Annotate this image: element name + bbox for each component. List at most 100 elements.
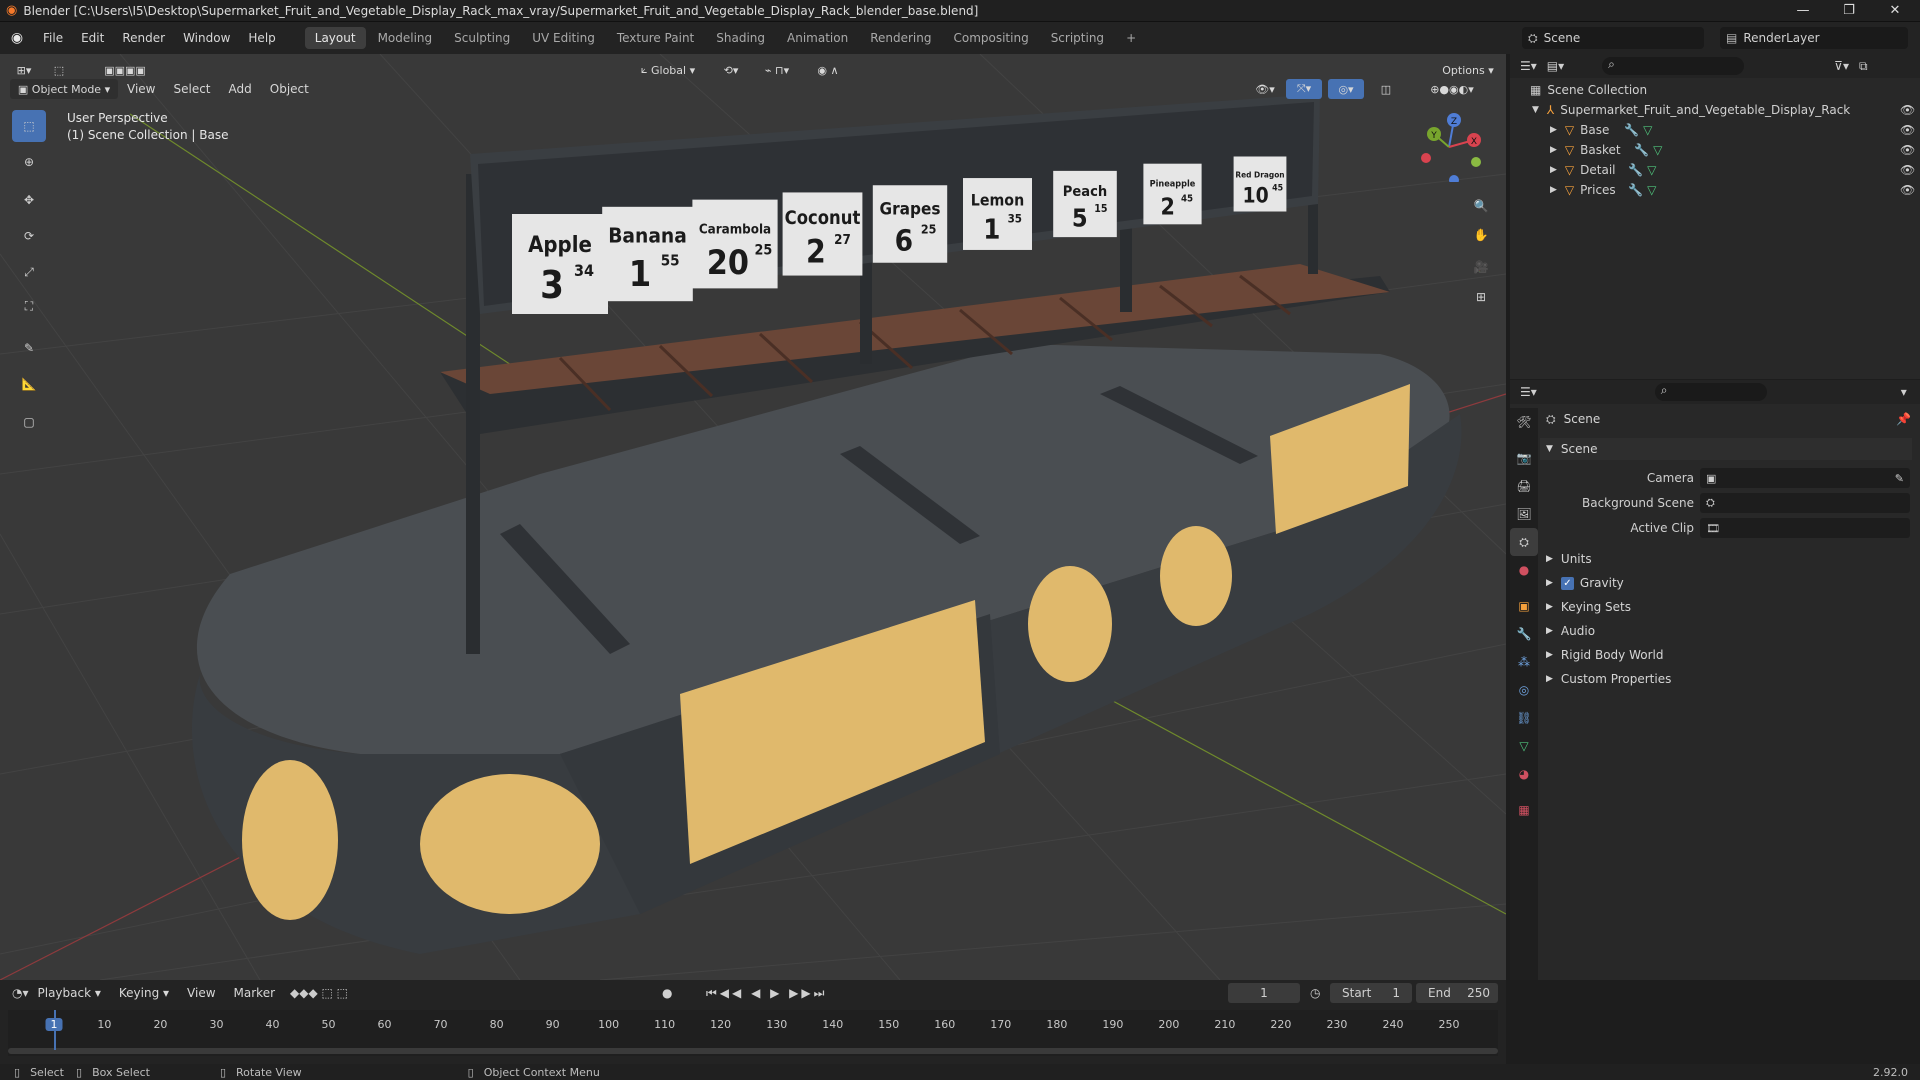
gravity-panel[interactable]: ▶ ✓ Gravity <box>1540 572 1920 594</box>
data-tab-icon[interactable]: ▽ <box>1510 732 1538 760</box>
new-collection-icon[interactable]: ⧉ <box>1859 59 1868 74</box>
pin-icon[interactable]: 📌 <box>1896 412 1911 426</box>
visibility-eye-icon[interactable]: 👁 <box>1900 163 1915 177</box>
gizmo-toggle-icon[interactable]: ⤧▾ <box>1286 79 1322 99</box>
current-frame-field[interactable]: 1 <box>1228 983 1300 1003</box>
outliner-search-field[interactable]: ⌕ <box>1602 57 1745 75</box>
scale-tool-icon[interactable]: ⤢ <box>12 256 46 288</box>
zoom-icon[interactable]: 🔍 <box>1468 193 1494 219</box>
expand-arrow-icon[interactable]: ▼ <box>1532 105 1539 115</box>
outliner-collection-row[interactable]: ▼ ⅄ Supermarket_Fruit_and_Vegetable_Disp… <box>1510 100 1920 120</box>
visibility-icon[interactable]: 👁▾ <box>1250 79 1280 99</box>
scene-tab-icon[interactable]: ⛭ <box>1510 528 1538 556</box>
rigid-body-world-panel[interactable]: ▶ Rigid Body World <box>1540 644 1920 666</box>
tab-scripting[interactable]: Scripting <box>1041 27 1114 49</box>
menu-file[interactable]: File <box>34 22 72 54</box>
shading-modes[interactable]: ⊕●◉◐▾ <box>1404 79 1500 99</box>
outliner-item-prices[interactable]: ▶ ▽ Prices 🔧 ▽ 👁 <box>1510 180 1920 200</box>
visibility-eye-icon[interactable]: 👁 <box>1900 123 1915 137</box>
outliner-item-basket[interactable]: ▶ ▽ Basket 🔧 ▽ 👁 <box>1510 140 1920 160</box>
audio-panel[interactable]: ▶ Audio <box>1540 620 1920 642</box>
tab-rendering[interactable]: Rendering <box>860 27 941 49</box>
pivot-icon[interactable]: ⟲▾ <box>716 60 746 80</box>
expand-arrow-icon[interactable]: ▶ <box>1550 125 1557 135</box>
playback-menu[interactable]: Playback ▾ <box>29 980 110 1006</box>
timeline-scrollbar[interactable] <box>8 1048 1498 1054</box>
options-dropdown[interactable]: Options ▾ <box>1436 60 1500 80</box>
menu-edit[interactable]: Edit <box>72 22 113 54</box>
marker-menu[interactable]: Marker <box>225 980 284 1006</box>
display-mode-icon[interactable]: ▤▾ <box>1547 59 1564 73</box>
proportional-icon[interactable]: ◉ ∧ <box>808 60 848 80</box>
tab-layout[interactable]: Layout <box>304 27 366 49</box>
filter-icon[interactable]: ⊽▾ <box>1834 59 1849 73</box>
modifiers-tab-icon[interactable]: 🔧 <box>1510 620 1538 648</box>
playback-controls-icons[interactable]: ⏮◀◀ ◀ ▶ ▶▶⏭ <box>706 986 827 1001</box>
world-tab-icon[interactable]: ● <box>1510 556 1538 584</box>
expand-arrow-icon[interactable]: ▶ <box>1550 165 1557 175</box>
tab-shading[interactable]: Shading <box>706 27 775 49</box>
visibility-eye-icon[interactable]: 👁 <box>1900 143 1915 157</box>
background-scene-field[interactable]: ⛭ <box>1700 493 1910 513</box>
object-mode-dropdown[interactable]: ▣ Object Mode ▾ <box>10 79 118 99</box>
custom-properties-panel[interactable]: ▶ Custom Properties <box>1540 668 1920 690</box>
start-frame-field[interactable]: Start 1 <box>1330 983 1412 1003</box>
xray-icon[interactable]: ◫ <box>1376 79 1396 99</box>
menu-window[interactable]: Window <box>174 22 239 54</box>
scene-selector[interactable]: ⛭ Scene <box>1522 27 1704 49</box>
record-button-icon[interactable]: ● <box>662 986 672 1000</box>
keying-menu[interactable]: Keying ▾ <box>110 980 178 1006</box>
selection-mode-icons[interactable]: ▣▣▣▣ <box>80 60 170 80</box>
view-layer-selector[interactable]: ▤ RenderLayer <box>1720 27 1908 49</box>
object-tab-icon[interactable]: ▣ <box>1510 592 1538 620</box>
end-frame-field[interactable]: End 250 <box>1416 983 1498 1003</box>
ortho-grid-icon[interactable]: ⊞ <box>1468 284 1494 310</box>
blender-menu-icon[interactable]: ◉ <box>0 30 34 46</box>
add-cube-tool-icon[interactable]: ▢ <box>12 406 46 438</box>
physics-tab-icon[interactable]: ◎ <box>1510 676 1538 704</box>
texture-tab-icon[interactable]: ▦ <box>1510 796 1538 824</box>
active-clip-field[interactable]: 🎞 <box>1700 518 1910 538</box>
close-button[interactable]: ✕ <box>1872 0 1918 22</box>
visibility-eye-icon[interactable]: 👁 <box>1900 103 1915 117</box>
particles-tab-icon[interactable]: ⁂ <box>1510 648 1538 676</box>
outliner-scene-collection[interactable]: ▦ Scene Collection <box>1510 80 1920 100</box>
minimize-button[interactable]: — <box>1780 0 1826 22</box>
render-tab-icon[interactable]: 📷 <box>1510 444 1538 472</box>
properties-editor-icon[interactable]: ☰▾ <box>1520 385 1537 399</box>
visibility-eye-icon[interactable]: 👁 <box>1900 183 1915 197</box>
tool-tab-icon[interactable]: 🛠 <box>1510 408 1538 436</box>
overlay-toggle-icon[interactable]: ◎▾ <box>1328 79 1364 99</box>
tab-animation[interactable]: Animation <box>777 27 858 49</box>
timeline-view-menu[interactable]: View <box>178 980 224 1006</box>
tab-compositing[interactable]: Compositing <box>943 27 1038 49</box>
keyframe-icons[interactable]: ◆◆◆ ⬚ ⬚ <box>290 986 348 1000</box>
tab-texture-paint[interactable]: Texture Paint <box>607 27 704 49</box>
maximize-button[interactable]: ❐ <box>1826 0 1872 22</box>
viewport-menu-add[interactable]: Add <box>220 78 261 100</box>
gravity-checkbox[interactable]: ✓ <box>1560 576 1574 590</box>
pan-hand-icon[interactable]: ✋ <box>1468 222 1494 248</box>
outliner-item-base[interactable]: ▶ ▽ Base 🔧 ▽ 👁 <box>1510 120 1920 140</box>
menu-help[interactable]: Help <box>239 22 284 54</box>
navigation-gizmo[interactable]: Z X Y <box>1414 112 1484 185</box>
viewport-menu-object[interactable]: Object <box>261 78 318 100</box>
material-tab-icon[interactable]: ◕ <box>1510 760 1538 788</box>
select-box-tool-icon[interactable]: ⬚ <box>12 110 46 142</box>
measure-tool-icon[interactable]: 📐 <box>12 368 46 400</box>
cursor-tool-icon[interactable]: ⊕ <box>12 146 46 178</box>
rotate-tool-icon[interactable]: ⟳ <box>12 220 46 252</box>
scene-panel-header[interactable]: ▼ Scene <box>1540 438 1912 460</box>
select-tool-icon[interactable]: ⬚ <box>46 60 72 80</box>
add-workspace-button[interactable]: + <box>1116 27 1146 49</box>
tab-uv-editing[interactable]: UV Editing <box>522 27 605 49</box>
view-layer-tab-icon[interactable]: 🖼 <box>1510 500 1538 528</box>
transform-tool-icon[interactable]: ⛶ <box>12 290 46 322</box>
expand-arrow-icon[interactable]: ▶ <box>1550 185 1557 195</box>
options-chevron-icon[interactable]: ▾ <box>1901 385 1907 399</box>
viewport-menu-view[interactable]: View <box>118 78 164 100</box>
viewport-menu-select[interactable]: Select <box>164 78 219 100</box>
menu-render[interactable]: Render <box>113 22 174 54</box>
keying-sets-panel[interactable]: ▶ Keying Sets <box>1540 596 1920 618</box>
tab-modeling[interactable]: Modeling <box>368 27 443 49</box>
